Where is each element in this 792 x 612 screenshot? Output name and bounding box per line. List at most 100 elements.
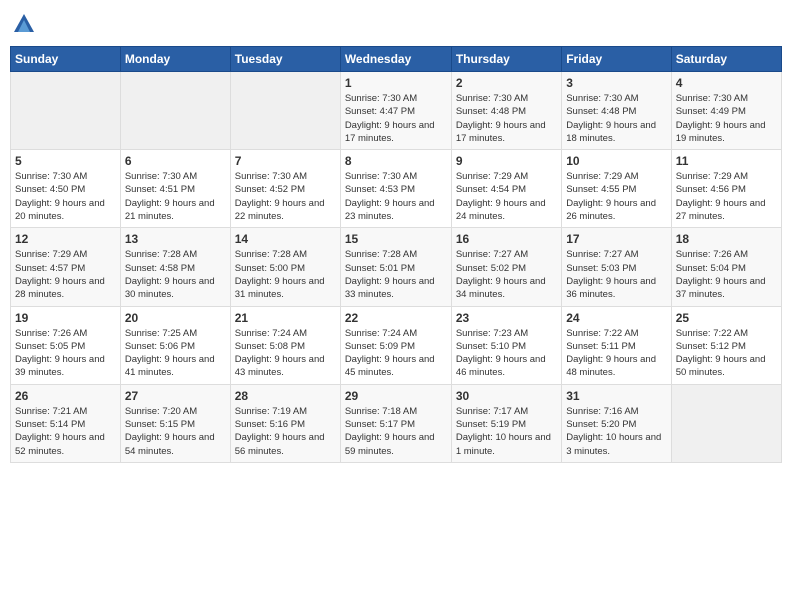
day-number: 22: [345, 311, 447, 325]
day-header-friday: Friday: [562, 47, 671, 72]
calendar-cell: 24 Sunrise: 7:22 AMSunset: 5:11 PMDayligh…: [562, 306, 671, 384]
day-info: Sunrise: 7:30 AMSunset: 4:49 PMDaylight:…: [676, 92, 777, 145]
day-number: 18: [676, 232, 777, 246]
day-info: Sunrise: 7:28 AMSunset: 5:00 PMDaylight:…: [235, 248, 336, 301]
day-number: 29: [345, 389, 447, 403]
day-number: 3: [566, 76, 666, 90]
day-number: 21: [235, 311, 336, 325]
calendar-cell: [671, 384, 781, 462]
calendar-cell: 5 Sunrise: 7:30 AMSunset: 4:50 PMDaylight…: [11, 150, 121, 228]
day-info: Sunrise: 7:30 AMSunset: 4:47 PMDaylight:…: [345, 92, 447, 145]
calendar-cell: 6Sunrise: 7:30 AMSunset: 4:51 PMDaylight…: [120, 150, 230, 228]
day-number: 14: [235, 232, 336, 246]
day-number: 31: [566, 389, 666, 403]
calendar-cell: 12 Sunrise: 7:29 AMSunset: 4:57 PMDayligh…: [11, 228, 121, 306]
day-info: Sunrise: 7:16 AMSunset: 5:20 PMDaylight:…: [566, 405, 666, 458]
day-info: Sunrise: 7:30 AMSunset: 4:50 PMDaylight:…: [15, 170, 116, 223]
calendar-cell: 13 Sunrise: 7:28 AMSunset: 4:58 PMDayligh…: [120, 228, 230, 306]
calendar-cell: 31 Sunrise: 7:16 AMSunset: 5:20 PMDayligh…: [562, 384, 671, 462]
day-info: Sunrise: 7:26 AMSunset: 5:05 PMDaylight:…: [15, 327, 116, 380]
calendar-week-3: 12 Sunrise: 7:29 AMSunset: 4:57 PMDayligh…: [11, 228, 782, 306]
calendar-cell: 7 Sunrise: 7:30 AMSunset: 4:52 PMDaylight…: [230, 150, 340, 228]
day-info: Sunrise: 7:21 AMSunset: 5:14 PMDaylight:…: [15, 405, 116, 458]
day-number: 5: [15, 154, 116, 168]
calendar-cell: 25Sunrise: 7:22 AMSunset: 5:12 PMDayligh…: [671, 306, 781, 384]
day-info: Sunrise: 7:18 AMSunset: 5:17 PMDaylight:…: [345, 405, 447, 458]
calendar-cell: 23Sunrise: 7:23 AMSunset: 5:10 PMDayligh…: [451, 306, 561, 384]
calendar-cell: 10 Sunrise: 7:29 AMSunset: 4:55 PMDayligh…: [562, 150, 671, 228]
day-number: 30: [456, 389, 557, 403]
day-info: Sunrise: 7:17 AMSunset: 5:19 PMDaylight:…: [456, 405, 557, 458]
day-info: Sunrise: 7:30 AMSunset: 4:48 PMDaylight:…: [456, 92, 557, 145]
day-info: Sunrise: 7:28 AMSunset: 4:58 PMDaylight:…: [125, 248, 226, 301]
day-header-tuesday: Tuesday: [230, 47, 340, 72]
calendar-cell: 11 Sunrise: 7:29 AMSunset: 4:56 PMDayligh…: [671, 150, 781, 228]
day-info: Sunrise: 7:30 AMSunset: 4:48 PMDaylight:…: [566, 92, 666, 145]
calendar-cell: 29 Sunrise: 7:18 AMSunset: 5:17 PMDayligh…: [340, 384, 451, 462]
day-info: Sunrise: 7:30 AMSunset: 4:52 PMDaylight:…: [235, 170, 336, 223]
day-info: Sunrise: 7:19 AMSunset: 5:16 PMDaylight:…: [235, 405, 336, 458]
day-number: 6: [125, 154, 226, 168]
day-header-saturday: Saturday: [671, 47, 781, 72]
day-header-thursday: Thursday: [451, 47, 561, 72]
day-info: Sunrise: 7:22 AMSunset: 5:12 PMDaylight:…: [676, 327, 777, 380]
day-info: Sunrise: 7:26 AMSunset: 5:04 PMDaylight:…: [676, 248, 777, 301]
calendar-cell: 16 Sunrise: 7:27 AMSunset: 5:02 PMDayligh…: [451, 228, 561, 306]
calendar-cell: 14 Sunrise: 7:28 AMSunset: 5:00 PMDayligh…: [230, 228, 340, 306]
calendar: SundayMondayTuesdayWednesdayThursdayFrid…: [10, 46, 782, 463]
calendar-cell: 22 Sunrise: 7:24 AMSunset: 5:09 PMDayligh…: [340, 306, 451, 384]
calendar-cell: 21 Sunrise: 7:24 AMSunset: 5:08 PMDayligh…: [230, 306, 340, 384]
page: SundayMondayTuesdayWednesdayThursdayFrid…: [0, 0, 792, 612]
day-number: 17: [566, 232, 666, 246]
day-header-monday: Monday: [120, 47, 230, 72]
day-info: Sunrise: 7:28 AMSunset: 5:01 PMDaylight:…: [345, 248, 447, 301]
calendar-cell: 27Sunrise: 7:20 AMSunset: 5:15 PMDayligh…: [120, 384, 230, 462]
day-info: Sunrise: 7:25 AMSunset: 5:06 PMDaylight:…: [125, 327, 226, 380]
calendar-cell: 8Sunrise: 7:30 AMSunset: 4:53 PMDaylight…: [340, 150, 451, 228]
day-number: 10: [566, 154, 666, 168]
day-info: Sunrise: 7:29 AMSunset: 4:57 PMDaylight:…: [15, 248, 116, 301]
day-number: 7: [235, 154, 336, 168]
day-number: 26: [15, 389, 116, 403]
day-number: 9: [456, 154, 557, 168]
calendar-cell: 15Sunrise: 7:28 AMSunset: 5:01 PMDayligh…: [340, 228, 451, 306]
day-number: 2: [456, 76, 557, 90]
day-info: Sunrise: 7:29 AMSunset: 4:54 PMDaylight:…: [456, 170, 557, 223]
calendar-week-5: 26 Sunrise: 7:21 AMSunset: 5:14 PMDayligh…: [11, 384, 782, 462]
calendar-cell: 18 Sunrise: 7:26 AMSunset: 5:04 PMDayligh…: [671, 228, 781, 306]
header: [10, 10, 782, 38]
day-number: 28: [235, 389, 336, 403]
day-number: 11: [676, 154, 777, 168]
calendar-cell: 2 Sunrise: 7:30 AMSunset: 4:48 PMDaylight…: [451, 72, 561, 150]
calendar-cell: [230, 72, 340, 150]
day-info: Sunrise: 7:29 AMSunset: 4:56 PMDaylight:…: [676, 170, 777, 223]
calendar-cell: 1Sunrise: 7:30 AMSunset: 4:47 PMDaylight…: [340, 72, 451, 150]
day-info: Sunrise: 7:24 AMSunset: 5:09 PMDaylight:…: [345, 327, 447, 380]
day-info: Sunrise: 7:24 AMSunset: 5:08 PMDaylight:…: [235, 327, 336, 380]
calendar-cell: 17 Sunrise: 7:27 AMSunset: 5:03 PMDayligh…: [562, 228, 671, 306]
calendar-week-4: 19Sunrise: 7:26 AMSunset: 5:05 PMDayligh…: [11, 306, 782, 384]
calendar-cell: [11, 72, 121, 150]
calendar-cell: [120, 72, 230, 150]
day-number: 12: [15, 232, 116, 246]
day-header-sunday: Sunday: [11, 47, 121, 72]
day-info: Sunrise: 7:27 AMSunset: 5:02 PMDaylight:…: [456, 248, 557, 301]
day-info: Sunrise: 7:29 AMSunset: 4:55 PMDaylight:…: [566, 170, 666, 223]
day-number: 24: [566, 311, 666, 325]
day-number: 16: [456, 232, 557, 246]
logo: [10, 10, 42, 38]
calendar-cell: 3 Sunrise: 7:30 AMSunset: 4:48 PMDaylight…: [562, 72, 671, 150]
day-number: 4: [676, 76, 777, 90]
calendar-cell: 20 Sunrise: 7:25 AMSunset: 5:06 PMDayligh…: [120, 306, 230, 384]
day-header-wednesday: Wednesday: [340, 47, 451, 72]
day-number: 20: [125, 311, 226, 325]
day-info: Sunrise: 7:30 AMSunset: 4:53 PMDaylight:…: [345, 170, 447, 223]
day-info: Sunrise: 7:22 AMSunset: 5:11 PMDaylight:…: [566, 327, 666, 380]
calendar-cell: 26 Sunrise: 7:21 AMSunset: 5:14 PMDayligh…: [11, 384, 121, 462]
calendar-cell: 30 Sunrise: 7:17 AMSunset: 5:19 PMDayligh…: [451, 384, 561, 462]
day-info: Sunrise: 7:27 AMSunset: 5:03 PMDaylight:…: [566, 248, 666, 301]
calendar-cell: 28 Sunrise: 7:19 AMSunset: 5:16 PMDayligh…: [230, 384, 340, 462]
calendar-week-1: 1Sunrise: 7:30 AMSunset: 4:47 PMDaylight…: [11, 72, 782, 150]
day-number: 13: [125, 232, 226, 246]
logo-icon: [10, 10, 38, 38]
